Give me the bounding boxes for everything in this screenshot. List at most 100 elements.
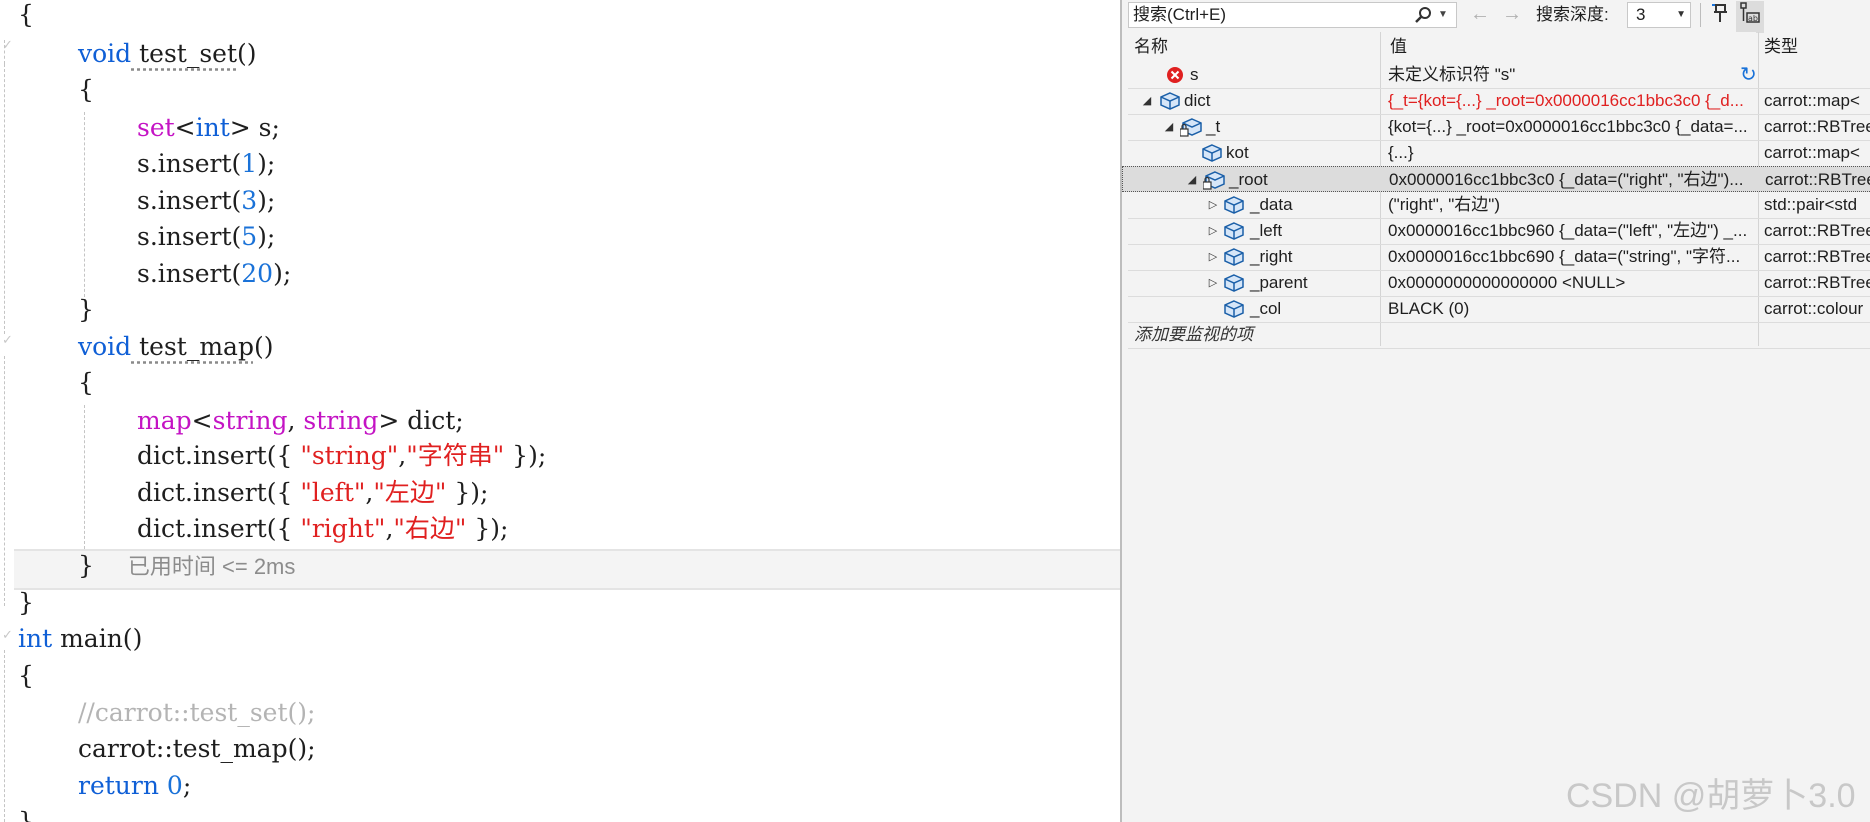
value-cell: {_t={kot={...} _root=0x0000016cc1bbc3c0 … xyxy=(1388,91,1744,110)
chevron-down-icon: ▼ xyxy=(1676,9,1686,20)
object-icon xyxy=(1224,300,1244,318)
watermark: CSDN @胡萝卜3.0 xyxy=(1566,777,1856,815)
error-icon xyxy=(1166,66,1186,84)
collapse-arrow-icon[interactable]: ◢ xyxy=(1162,114,1176,140)
object-icon xyxy=(1160,92,1180,110)
object-icon xyxy=(1224,196,1244,214)
name-cell: ▷ _data xyxy=(1128,192,1380,218)
name-cell: ▷ _left xyxy=(1128,218,1380,244)
search-depth-label: 搜索深度: xyxy=(1536,5,1609,24)
collapse-arrow-icon[interactable]: ◢ xyxy=(1185,167,1199,193)
watch-row[interactable]: s 未定义标识符 "s" ↻ xyxy=(1128,62,1870,89)
name-cell: ▷ _right xyxy=(1128,244,1380,270)
add-watch-item[interactable]: 添加要监视的项 xyxy=(1128,322,1380,348)
private-object-icon xyxy=(1179,118,1202,137)
collapse-arrow-icon[interactable]: ◢ xyxy=(1140,88,1154,114)
function-name: test_map xyxy=(131,332,254,361)
watch-row[interactable]: ▷ _data ("right", "右边") std::pair<std xyxy=(1128,192,1870,219)
search-box[interactable]: ▼ xyxy=(1128,2,1457,28)
code-editor[interactable]: ✓ ✓ ✓ { void test_set() { set<int> s; s.… xyxy=(0,0,1120,822)
name-cell: kot xyxy=(1128,140,1380,166)
pin-icon[interactable] xyxy=(1706,2,1732,32)
code-line: void test_set() xyxy=(78,39,257,68)
name-cell: ◢ dict xyxy=(1128,88,1380,114)
expand-arrow-icon[interactable]: ▷ xyxy=(1206,192,1220,218)
toolbar-separator xyxy=(1700,3,1701,27)
watch-row-selected[interactable]: ◢ _root 0x0000016cc1bbc3c0 {_data=("righ… xyxy=(1122,166,1870,192)
watch-row[interactable]: ▷ _left 0x0000016cc1bbc960 {_data=("left… xyxy=(1128,218,1870,245)
svg-text:ab: ab xyxy=(1748,14,1758,23)
search-icon[interactable] xyxy=(1413,3,1433,32)
indent-guide xyxy=(4,64,5,334)
type-cell: carrot::RBTree xyxy=(1764,273,1870,292)
value-cell: ("right", "右边") xyxy=(1388,195,1500,214)
name-cell: ◢ _root xyxy=(1129,167,1381,193)
indent-guide xyxy=(4,650,5,822)
add-watch-row[interactable]: 添加要监视的项 xyxy=(1128,322,1870,349)
column-header-value[interactable]: 值 xyxy=(1390,32,1756,62)
refresh-icon[interactable]: ↻ xyxy=(1740,62,1757,88)
expand-arrow-icon[interactable]: ▷ xyxy=(1206,270,1220,296)
code-line: } xyxy=(78,295,94,324)
type-cell xyxy=(1760,62,1870,88)
code-line: carrot::test_map(); xyxy=(78,734,316,763)
type-cell: carrot::RBTree xyxy=(1765,170,1870,189)
name-cell: s xyxy=(1128,62,1380,88)
expand-arrow-icon[interactable]: ▷ xyxy=(1206,218,1220,244)
value-cell: 0x0000016cc1bbc960 {_data=("left", "左边")… xyxy=(1388,221,1748,240)
chevron-down-icon[interactable]: ▼ xyxy=(1436,3,1450,27)
code-line: { xyxy=(78,368,94,397)
watch-window: ▼ ← → 搜索深度: 3 ▼ ab 名称 值 类型 s 未定义标识符 "s" xyxy=(1120,0,1870,822)
value-cell: 0x0000000000000000 <NULL> xyxy=(1388,273,1626,292)
type-cell: carrot::RBTree xyxy=(1764,221,1870,240)
type-cell: std::pair<std xyxy=(1764,195,1858,214)
code-line: dict.insert({ "string","字符串" }); xyxy=(137,441,547,470)
object-icon xyxy=(1224,274,1244,292)
function-name: test_set xyxy=(131,39,238,68)
name-cell: ▷ _parent xyxy=(1128,270,1380,296)
watch-row[interactable]: ▷ _parent 0x0000000000000000 <NULL> carr… xyxy=(1128,270,1870,297)
private-object-icon xyxy=(1202,171,1225,190)
indent-guide xyxy=(4,40,5,64)
code-line: int main() xyxy=(18,624,143,653)
column-header-name[interactable]: 名称 xyxy=(1134,32,1380,62)
code-line: map<string, string> dict; xyxy=(137,406,464,435)
watch-row[interactable]: ◢ _t {kot={...} _root=0x0000016cc1bbc3c0… xyxy=(1128,114,1870,141)
search-input[interactable] xyxy=(1133,4,1403,26)
view-icon[interactable]: ab xyxy=(1736,1,1764,33)
code-line: dict.insert({ "left","左边" }); xyxy=(137,478,489,507)
fold-marker[interactable]: ✓ xyxy=(2,333,13,348)
elapsed-time-hint: 已用时间 <= 2ms xyxy=(127,554,296,579)
indent-guide xyxy=(84,405,85,549)
watch-row[interactable]: kot {...} carrot::map< xyxy=(1128,140,1870,167)
watch-empty-area xyxy=(1122,350,1870,822)
code-line: s.insert(1); xyxy=(137,149,276,178)
value-cell: BLACK (0) xyxy=(1388,299,1470,318)
code-line: } 已用时间 <= 2ms xyxy=(78,551,296,580)
code-line: s.insert(3); xyxy=(137,186,276,215)
value-cell: 0x0000016cc1bbc3c0 {_data=("right", "右边"… xyxy=(1389,170,1744,189)
expand-arrow-icon[interactable]: ▷ xyxy=(1206,244,1220,270)
value-cell: 未定义标识符 "s" xyxy=(1388,65,1516,84)
watch-row[interactable]: ▷ _right 0x0000016cc1bbc690 {_data=("str… xyxy=(1128,244,1870,271)
value-cell: 0x0000016cc1bbc690 {_data=("string", "字符… xyxy=(1388,247,1741,266)
type-cell: carrot::colour xyxy=(1764,299,1864,318)
watch-row[interactable]: _col BLACK (0) carrot::colour xyxy=(1128,296,1870,323)
code-line: s.insert(5); xyxy=(137,222,276,251)
value-cell: {...} xyxy=(1388,143,1414,162)
arrow-right-icon[interactable]: → xyxy=(1499,2,1525,26)
code-line: //carrot::test_set(); xyxy=(78,698,316,727)
name-cell: ◢ _t xyxy=(1128,114,1380,140)
watch-row[interactable]: ◢ dict {_t={kot={...} _root=0x0000016cc1… xyxy=(1128,88,1870,115)
code-line: } xyxy=(18,588,34,617)
search-depth-select[interactable]: 3 ▼ xyxy=(1627,2,1691,28)
code-line: set<int> s; xyxy=(137,113,280,142)
arrow-left-icon[interactable]: ← xyxy=(1467,2,1493,26)
type-cell: carrot::map< xyxy=(1764,143,1860,162)
search-depth-value: 3 xyxy=(1636,5,1646,24)
code-line: dict.insert({ "right","右边" }); xyxy=(137,514,509,543)
fold-marker[interactable]: ✓ xyxy=(2,628,13,643)
code-line: return 0; xyxy=(78,771,192,800)
column-header-type[interactable]: 类型 xyxy=(1764,32,1870,62)
code-line: { xyxy=(18,0,34,29)
